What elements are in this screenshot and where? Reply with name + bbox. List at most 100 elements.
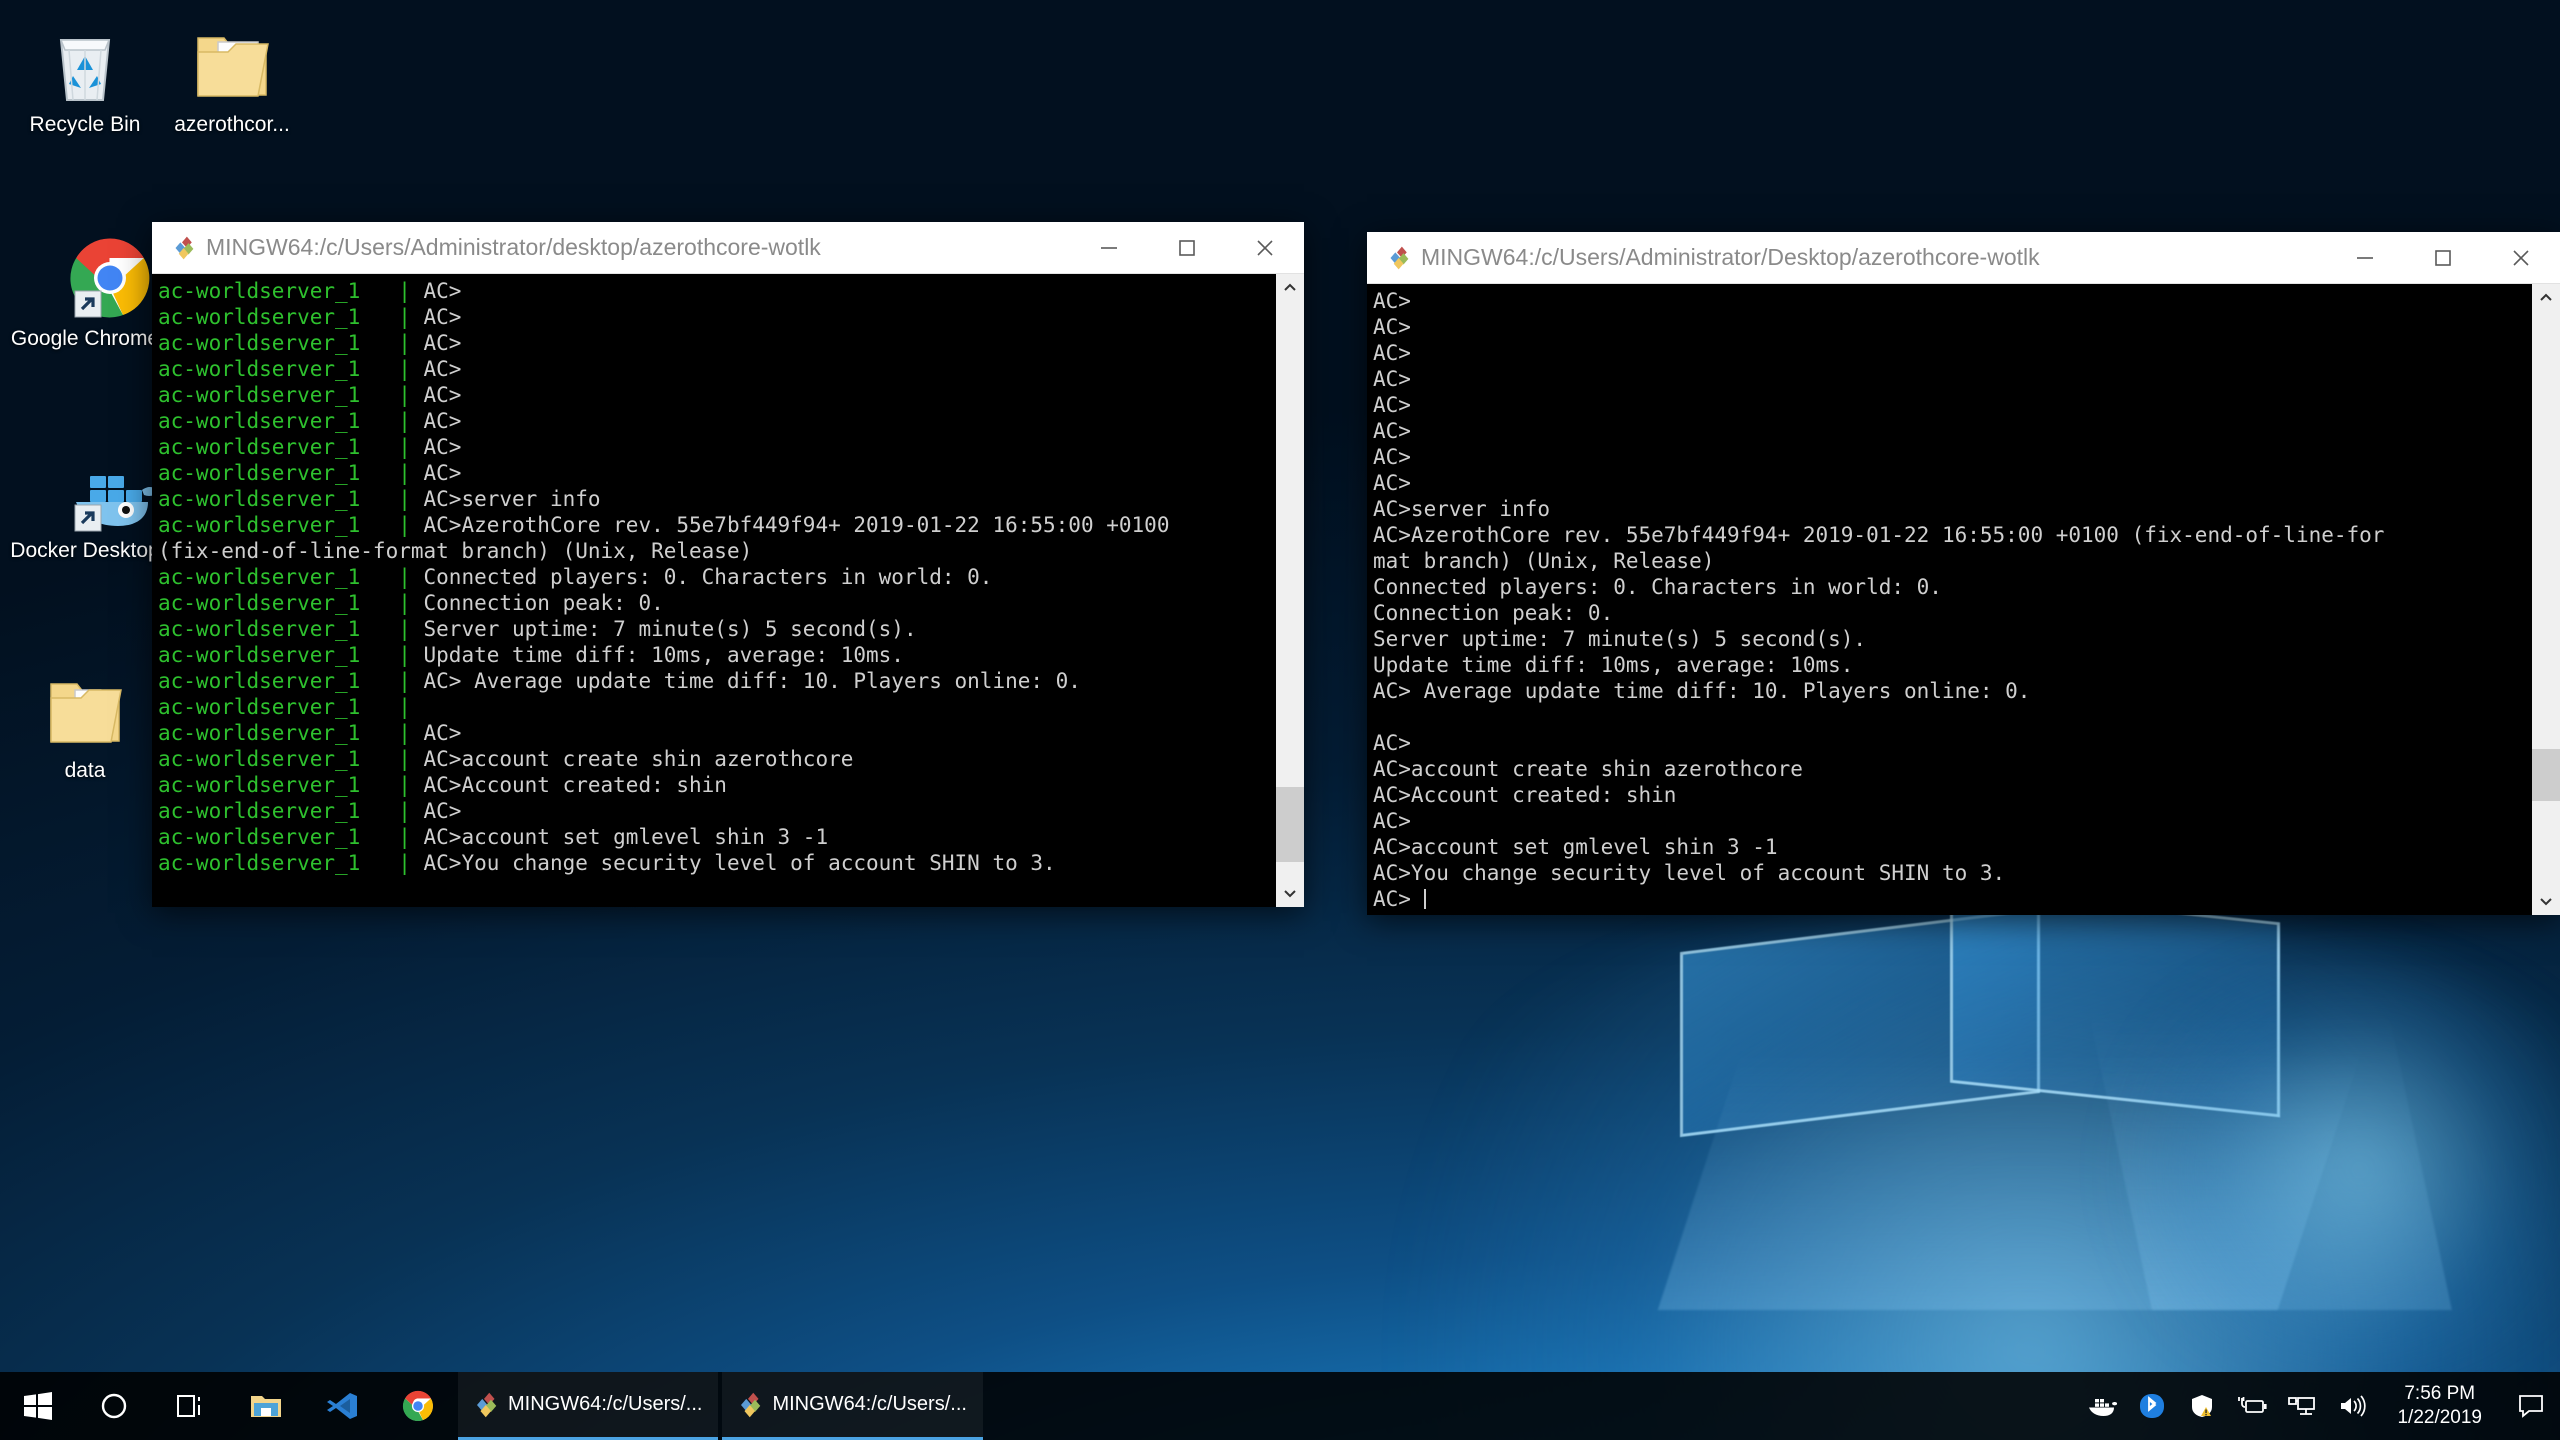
chrome-icon	[10, 228, 160, 320]
clock[interactable]: 7:56 PM 1/22/2019	[2377, 1382, 2502, 1430]
scroll-up-arrow[interactable]	[2532, 284, 2560, 312]
start-button[interactable]	[0, 1372, 76, 1440]
desktop[interactable]: Recycle Bin azerothcor... Google Chrome …	[0, 0, 2560, 1440]
window-controls[interactable]	[1070, 222, 1304, 273]
terminal-line-prefix: ac-worldserver_1	[158, 279, 399, 303]
terminal-line-separator: |	[398, 773, 424, 797]
terminal-line: AC>	[1373, 341, 1411, 365]
network-icon[interactable]	[2277, 1394, 2327, 1418]
recycle-bin-icon	[10, 14, 160, 106]
battery-charging-icon[interactable]	[2227, 1394, 2277, 1418]
terminal-line: ac-worldserver_1 | AC> Average update ti…	[158, 668, 1276, 694]
terminal-line-separator: |	[398, 487, 424, 511]
terminal-line-text: AC>	[423, 279, 462, 303]
desktop-icon-azerothcore-folder[interactable]: azerothcor...	[157, 14, 307, 138]
terminal-line-prefix: ac-worldserver_1	[158, 435, 399, 459]
terminal-line-prefix: ac-worldserver_1	[158, 591, 399, 615]
scroll-down-arrow[interactable]	[2532, 887, 2560, 915]
desktop-icon-data-folder[interactable]: data	[10, 660, 160, 784]
terminal-line-text: AC>AzerothCore rev. 55e7bf449f94+ 2019-0…	[423, 513, 1170, 537]
terminal-line-prefix: ac-worldserver_1	[158, 695, 399, 719]
terminal-line: Connected players: 0. Characters in worl…	[1373, 575, 1942, 599]
docker-icon	[10, 440, 160, 532]
search-button[interactable]	[76, 1372, 152, 1440]
terminal-line-separator: |	[398, 825, 424, 849]
scrollbar-track[interactable]	[2532, 312, 2560, 887]
taskbar[interactable]: MINGW64:/c/Users/... MINGW64:/c/Users/..…	[0, 1372, 2560, 1440]
scroll-down-arrow[interactable]	[1276, 879, 1304, 907]
desktop-icon-docker-desktop[interactable]: Docker Desktop	[10, 440, 160, 564]
system-tray[interactable]: 7:56 PM 1/22/2019	[2077, 1372, 2560, 1440]
window-mingw64-right[interactable]: MINGW64:/c/Users/Administrator/Desktop/a…	[1367, 232, 2560, 915]
minimize-button[interactable]	[1070, 222, 1148, 273]
terminal-line-prefix: ac-worldserver_1	[158, 851, 399, 875]
terminal-body[interactable]: AC> AC> AC> AC> AC> AC> AC> AC> AC>server info AC…	[1367, 284, 2560, 915]
terminal-line-text: AC>server info	[423, 487, 601, 511]
terminal-body[interactable]: ac-worldserver_1 | AC> ac-worldserver_1 |…	[152, 274, 1304, 907]
terminal-line: ac-worldserver_1 | Connection peak: 0.	[158, 590, 1276, 616]
file-explorer-icon	[251, 1396, 281, 1417]
terminal-line: ac-worldserver_1 | AC>	[158, 408, 1276, 434]
terminal-output[interactable]: AC> AC> AC> AC> AC> AC> AC> AC> AC>server info AC…	[1367, 284, 2532, 915]
scrollbar-thumb[interactable]	[2532, 749, 2560, 801]
terminal-line: ac-worldserver_1 | AC>	[158, 356, 1276, 382]
terminal-line: AC>Account created: shin	[1373, 783, 1677, 807]
close-button[interactable]	[1226, 222, 1304, 273]
terminal-line: AC>	[1373, 445, 1411, 469]
taskbar-task-label: MINGW64:/c/Users/...	[772, 1393, 967, 1415]
taskbar-pinned-vs-code[interactable]	[304, 1372, 380, 1440]
vertical-scrollbar[interactable]	[1276, 274, 1304, 907]
vscode-icon	[327, 1393, 357, 1419]
terminal-line-prefix: ac-worldserver_1	[158, 487, 399, 511]
terminal-line-text: AC>You change security level of account …	[423, 851, 1056, 875]
minimize-button[interactable]	[2326, 232, 2404, 283]
desktop-icon-recycle-bin[interactable]: Recycle Bin	[10, 14, 160, 138]
scroll-up-arrow[interactable]	[1276, 274, 1304, 302]
terminal-line-prefix: ac-worldserver_1	[158, 409, 399, 433]
taskbar-task-mingw64-2[interactable]: MINGW64:/c/Users/...	[722, 1372, 983, 1440]
window-titlebar[interactable]: MINGW64:/c/Users/Administrator/Desktop/a…	[1367, 232, 2560, 284]
taskbar-pinned-file-explorer[interactable]	[228, 1372, 304, 1440]
desktop-icon-label: Google Chrome	[10, 327, 160, 350]
terminal-output[interactable]: ac-worldserver_1 | AC> ac-worldserver_1 |…	[152, 274, 1276, 907]
terminal-line-prefix: ac-worldserver_1	[158, 461, 399, 485]
terminal-line-separator: |	[398, 305, 424, 329]
window-mingw64-left[interactable]: MINGW64:/c/Users/Administrator/desktop/a…	[152, 222, 1304, 907]
terminal-line-prefix: ac-worldserver_1	[158, 305, 399, 329]
action-center-icon[interactable]	[2502, 1393, 2560, 1419]
vertical-scrollbar[interactable]	[2532, 284, 2560, 915]
window-controls[interactable]	[2326, 232, 2560, 283]
task-view-button[interactable]	[152, 1372, 228, 1440]
terminal-line-separator: |	[398, 461, 424, 485]
volume-icon[interactable]	[2327, 1394, 2377, 1418]
terminal-line-separator: |	[398, 669, 424, 693]
terminal-line: mat branch) (Unix, Release)	[1373, 549, 1715, 573]
terminal-line-prefix: ac-worldserver_1	[158, 669, 399, 693]
terminal-line-prefix: ac-worldserver_1	[158, 799, 399, 823]
git-bash-icon	[1390, 246, 1409, 269]
desktop-icon-google-chrome[interactable]: Google Chrome	[10, 228, 160, 352]
taskbar-task-mingw64-1[interactable]: MINGW64:/c/Users/...	[458, 1372, 719, 1440]
close-button[interactable]	[2482, 232, 2560, 283]
security-shield-warning-icon[interactable]	[2177, 1393, 2227, 1419]
window-titlebar[interactable]: MINGW64:/c/Users/Administrator/desktop/a…	[152, 222, 1304, 274]
terminal-line-prefix: ac-worldserver_1	[158, 331, 399, 355]
terminal-line: Server uptime: 7 minute(s) 5 second(s).	[1373, 627, 1867, 651]
terminal-line-separator: |	[398, 409, 424, 433]
terminal-line-text: AC>Account created: shin	[423, 773, 727, 797]
terminal-line: AC> Average update time diff: 10. Player…	[1373, 679, 2031, 703]
scrollbar-thumb[interactable]	[1276, 786, 1304, 862]
maximize-button[interactable]	[2404, 232, 2482, 283]
docker-tray-icon[interactable]	[2077, 1394, 2127, 1418]
bluetooth-tray-icon[interactable]	[2127, 1393, 2177, 1419]
terminal-line-prefix: ac-worldserver_1	[158, 383, 399, 407]
taskbar-pinned-chrome[interactable]	[380, 1372, 456, 1440]
terminal-line-text: Server uptime: 7 minute(s) 5 second(s).	[423, 617, 917, 641]
terminal-line-prefix: ac-worldserver_1	[158, 617, 399, 641]
scrollbar-track[interactable]	[1276, 302, 1304, 879]
maximize-button[interactable]	[1148, 222, 1226, 273]
terminal-line: AC>server info	[1373, 497, 1551, 521]
terminal-line: (fix-end-of-line-format branch) (Unix, R…	[158, 538, 1276, 564]
terminal-line: ac-worldserver_1 |	[158, 694, 1276, 720]
folder-icon	[10, 660, 160, 752]
